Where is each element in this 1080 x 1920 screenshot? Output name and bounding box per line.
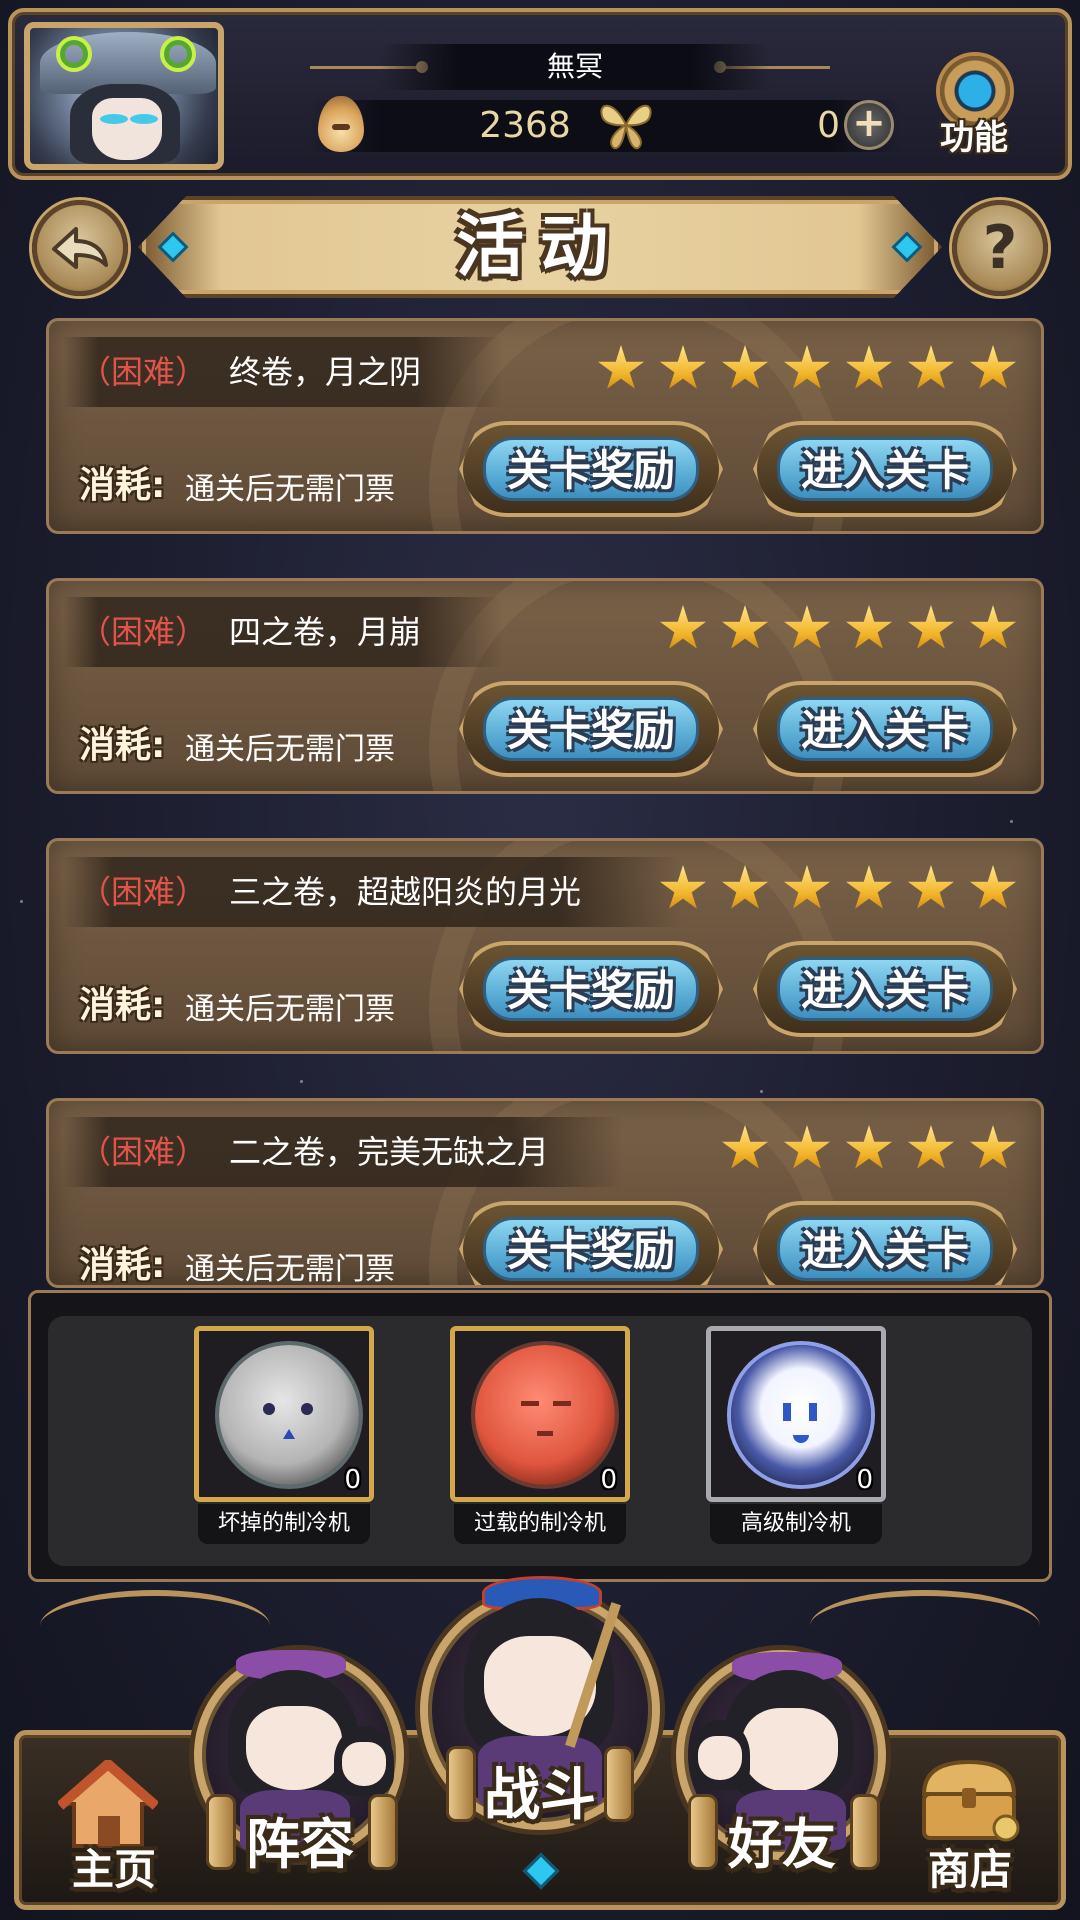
cost-label: 消耗: <box>79 1245 166 1286</box>
star-icon <box>907 605 955 649</box>
treasure-chest-icon <box>921 1759 1020 1842</box>
stage-reward-button[interactable]: 关卡奖励 <box>459 681 723 777</box>
advanced-cooler-icon <box>731 1345 871 1485</box>
nav-friends-label: 好友 <box>728 1813 836 1876</box>
star-rating <box>659 859 1017 921</box>
stage-name: 四之卷，月崩 <box>229 613 422 651</box>
function-menu-button[interactable]: 功能 <box>924 50 1024 160</box>
help-button[interactable]: ? <box>952 200 1048 296</box>
star-icon <box>845 345 893 389</box>
item-name: 高级制冷机 <box>710 1504 882 1544</box>
star-icon <box>907 1125 955 1169</box>
enter-stage-button[interactable]: 进入关卡 <box>753 681 1017 777</box>
player-avatar[interactable] <box>24 22 224 170</box>
star-icon <box>969 345 1017 389</box>
gem-value: 0 <box>817 105 840 146</box>
back-button[interactable] <box>32 200 128 296</box>
cost-value: 通关后无需门票 <box>185 472 395 507</box>
stage-card: （困难） 四之卷，月崩 消耗: 通关后无需门票 关卡奖励 进入关卡 <box>46 578 1044 794</box>
nav-home-button[interactable]: 主页 <box>44 1750 184 1900</box>
stage-card: （困难） 二之卷，完美无缺之月 消耗: 通关后无需门票 关卡奖励 进入关卡 <box>46 1098 1044 1288</box>
item-count: 0 <box>600 1465 617 1495</box>
difficulty-label: （困难） <box>79 613 208 651</box>
star-icon <box>907 345 955 389</box>
nav-shop-button[interactable]: 商店 <box>900 1750 1040 1900</box>
stage-reward-button[interactable]: 关卡奖励 <box>459 421 723 517</box>
stage-name: 三之卷，超越阳炎的月光 <box>229 873 582 911</box>
item-name: 坏掉的制冷机 <box>198 1504 370 1544</box>
cost-label: 消耗: <box>79 465 166 506</box>
star-icon <box>721 345 769 389</box>
cost-value: 通关后无需门票 <box>185 1252 395 1287</box>
page-title: 活动 <box>455 208 624 287</box>
stage-name: 终卷，月之阴 <box>229 353 422 391</box>
star-icon <box>845 605 893 649</box>
star-icon <box>783 345 831 389</box>
player-name: 無冥 <box>380 44 770 90</box>
stage-card: （困难） 终卷，月之阴 消耗: 通关后无需门票 关卡奖励 进入关卡 <box>46 318 1044 534</box>
difficulty-label: （困难） <box>79 1133 208 1171</box>
back-arrow-icon <box>52 227 108 269</box>
star-icon <box>659 865 707 909</box>
butterfly-currency-icon <box>600 104 652 150</box>
broken-cooler-icon <box>219 1345 359 1485</box>
star-icon <box>597 345 645 389</box>
star-icon <box>845 1125 893 1169</box>
cost-label: 消耗: <box>79 985 166 1026</box>
stage-reward-button[interactable]: 关卡奖励 <box>459 1201 723 1285</box>
stage-card: （困难） 三之卷，超越阳炎的月光 消耗: 通关后无需门票 关卡奖励 进入关卡 <box>46 838 1044 1054</box>
nav-team-label: 阵容 <box>246 1813 354 1876</box>
screen-root: 無冥 2368 0 + 功能 活动 ? （困难） 终卷，月之阴 消耗: 通关后无 <box>0 0 1080 1920</box>
nav-home-label: 主页 <box>71 1845 156 1894</box>
enter-stage-button[interactable]: 进入关卡 <box>753 421 1017 517</box>
star-icon <box>969 865 1017 909</box>
item-count: 0 <box>856 1465 873 1495</box>
star-icon <box>969 1125 1017 1169</box>
star-icon <box>721 865 769 909</box>
nav-team-button[interactable]: 阵容 <box>180 1630 420 1900</box>
item-count: 0 <box>344 1465 361 1495</box>
cost-label: 消耗: <box>79 725 166 766</box>
nav-battle-button[interactable]: 战斗 <box>412 1570 668 1870</box>
cost-value: 通关后无需门票 <box>185 732 395 767</box>
star-rating <box>659 599 1017 661</box>
stage-reward-button[interactable]: 关卡奖励 <box>459 941 723 1037</box>
stage-name: 二之卷，完美无缺之月 <box>229 1133 550 1171</box>
nav-battle-label: 战斗 <box>484 1763 596 1828</box>
star-icon <box>845 865 893 909</box>
add-currency-button[interactable]: + <box>844 100 894 150</box>
star-icon <box>721 1125 769 1169</box>
nav-shop-label: 商店 <box>927 1845 1012 1894</box>
star-icon <box>969 605 1017 649</box>
star-icon <box>783 605 831 649</box>
enter-stage-button[interactable]: 进入关卡 <box>753 1201 1017 1285</box>
nav-friends-button[interactable]: 好友 <box>662 1630 902 1900</box>
star-icon <box>783 1125 831 1169</box>
money-value: 2368 <box>479 105 571 146</box>
overloaded-cooler-icon <box>475 1345 615 1485</box>
function-label: 功能 <box>940 118 1008 158</box>
star-rating <box>721 1119 1017 1181</box>
star-icon <box>907 865 955 909</box>
star-icon <box>659 605 707 649</box>
star-icon <box>783 865 831 909</box>
difficulty-label: （困难） <box>79 353 208 391</box>
star-icon <box>659 345 707 389</box>
star-rating <box>597 339 1017 401</box>
difficulty-label: （困难） <box>79 873 208 911</box>
star-icon <box>721 605 769 649</box>
item-name: 过载的制冷机 <box>454 1504 626 1544</box>
cost-value: 通关后无需门票 <box>185 992 395 1027</box>
enter-stage-button[interactable]: 进入关卡 <box>753 941 1017 1037</box>
